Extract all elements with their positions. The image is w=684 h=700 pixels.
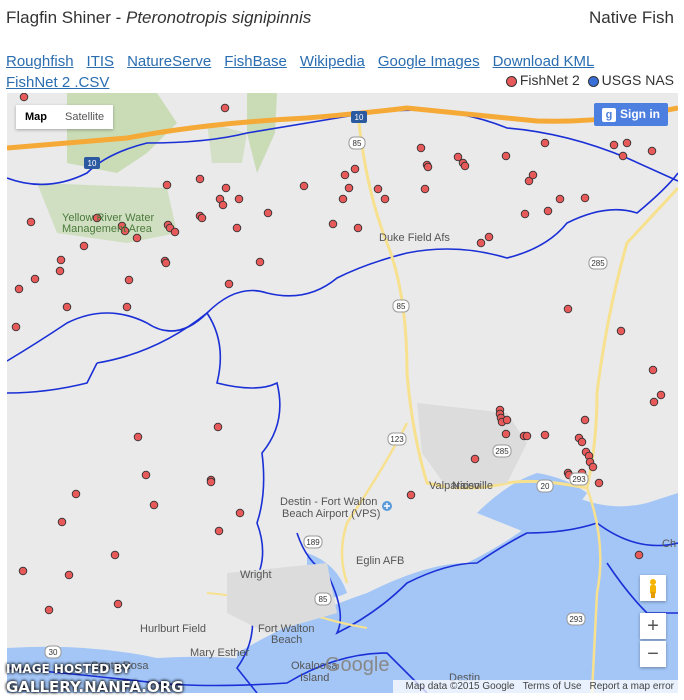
link-google-images[interactable]: Google Images	[378, 53, 480, 70]
shield-label: 285	[591, 259, 605, 268]
shield-20: 20	[536, 479, 554, 493]
place-label: Hurlburt Field	[140, 623, 206, 635]
shield-293-south: 293	[566, 612, 586, 626]
hosted-by-site: GALLERY.NANFA.ORG	[6, 678, 184, 696]
map-canvas[interactable]: 10 10 85 85 285 123 285 20 189 85 293 98…	[7, 93, 678, 693]
shield-293-north: 293	[569, 472, 589, 486]
shield-85-south: 85	[314, 592, 332, 606]
airport-icon	[382, 501, 392, 511]
legend-usgs: USGS NAS	[601, 72, 674, 88]
page-title: Flagfin Shiner - Pteronotropis signipinn…	[6, 8, 311, 28]
link-natureserve[interactable]: NatureServe	[127, 53, 211, 70]
shield-label: 189	[306, 538, 320, 547]
report-map-error-link[interactable]: Report a map error	[590, 681, 674, 692]
common-name: Flagfin Shiner -	[6, 8, 126, 27]
sign-in-label: Sign in	[620, 107, 660, 121]
shield-285-north: 285	[588, 256, 608, 270]
place-label: Mary Esther	[190, 647, 250, 659]
zoom-in-button[interactable]: +	[640, 613, 666, 639]
place-label: Management Area	[62, 223, 153, 235]
shield-30: 30	[44, 645, 62, 659]
scientific-name: Pteronotropis signipinnis	[126, 8, 312, 27]
place-label: Eglin AFB	[356, 555, 404, 567]
hosted-by-label: IMAGE HOSTED BY	[6, 662, 131, 676]
shield-85-mid: 85	[392, 299, 410, 313]
shield-85-north: 85	[348, 136, 366, 150]
legend-fishnet: FishNet 2	[519, 72, 580, 88]
usgs-marker-icon	[587, 75, 599, 87]
map-type-control: Map Satellite	[16, 105, 114, 129]
shield-285-south: 285	[492, 444, 512, 458]
link-itis[interactable]: ITIS	[87, 53, 115, 70]
hosted-by-watermark: IMAGE HOSTED BY GALLERY.NANFA.ORG	[6, 662, 184, 696]
shield-i10-west: 10	[84, 157, 100, 169]
shield-label: 85	[353, 139, 362, 148]
native-status: Native Fish	[588, 8, 674, 27]
fishnet-marker-icon	[505, 75, 517, 87]
street-view-pegman[interactable]	[640, 575, 666, 601]
map-type-map-button[interactable]: Map	[16, 105, 56, 129]
map-view[interactable]: 10 10 85 85 285 123 285 20 189 85 293 98…	[7, 93, 678, 693]
shield-label: 30	[49, 648, 58, 657]
shield-189: 189	[303, 535, 323, 549]
link-wikipedia[interactable]: Wikipedia	[300, 53, 365, 70]
shield-label: 10	[88, 159, 97, 168]
place-label: Beach	[271, 634, 302, 646]
map-attribution: Map data ©2015 Google Terms of Use Report …	[393, 680, 678, 693]
shield-label: 10	[355, 113, 364, 122]
place-label: Valparaiso	[429, 480, 480, 492]
shield-123: 123	[387, 432, 407, 446]
link-fishbase[interactable]: FishBase	[224, 53, 287, 70]
place-label: Destin - Fort Walton	[280, 496, 377, 508]
map-legend: FishNet 2 USGS NAS	[505, 72, 674, 88]
zoom-out-button[interactable]: −	[640, 641, 666, 667]
place-label: Duke Field Afs	[379, 232, 450, 244]
link-fishnet-csv[interactable]: FishNet 2 .CSV	[6, 74, 109, 91]
shield-label: 293	[569, 615, 583, 624]
map-data-credit: Map data ©2015 Google	[405, 681, 515, 692]
shield-label: 20	[541, 482, 550, 491]
shield-label: 293	[572, 475, 586, 484]
link-download-kml[interactable]: Download KML	[493, 53, 595, 70]
place-label: Beach Airport (VPS)	[282, 508, 380, 520]
shield-label: 85	[319, 595, 328, 604]
google-watermark: Google	[325, 654, 390, 676]
pegman-icon	[648, 578, 658, 598]
shield-label: 285	[495, 447, 509, 456]
shield-i10-east: 10	[351, 111, 367, 123]
terms-of-use-link[interactable]: Terms of Use	[523, 681, 582, 692]
google-plus-icon: g	[602, 108, 616, 122]
sign-in-button[interactable]: g Sign in	[594, 103, 668, 126]
place-label: Wright	[240, 569, 272, 581]
shield-label: 85	[397, 302, 406, 311]
link-roughfish[interactable]: Roughfish	[6, 53, 74, 70]
shield-label: 123	[390, 435, 404, 444]
place-label: Ch	[662, 538, 676, 550]
map-type-satellite-button[interactable]: Satellite	[56, 105, 113, 129]
